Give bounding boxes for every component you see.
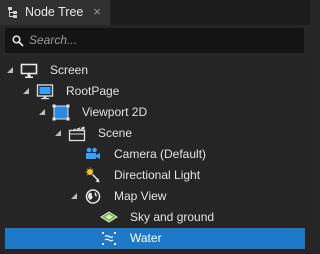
search-bar: Search... xyxy=(0,25,310,57)
directional-light-icon xyxy=(85,167,100,183)
expand-arrow-icon[interactable] xyxy=(7,67,14,74)
tree-item-label: Scene xyxy=(98,126,133,140)
node-tree: Screen RootPage Viewport 2D Scene Camera… xyxy=(0,60,310,254)
tree-item-scene[interactable]: Scene xyxy=(5,123,305,144)
tree-item-viewport-2d[interactable]: Viewport 2D xyxy=(5,102,305,123)
tree-item-label: Camera (Default) xyxy=(114,147,207,161)
search-placeholder: Search... xyxy=(29,33,78,47)
expand-arrow-icon[interactable] xyxy=(55,130,62,137)
tree-item-label: Sky and ground xyxy=(130,210,215,224)
tree-item-label: RootPage xyxy=(66,84,120,98)
tree-item-label: Map View xyxy=(114,189,167,203)
expand-arrow-icon[interactable] xyxy=(39,109,46,116)
tree-item-label: Screen xyxy=(50,63,89,77)
search-icon xyxy=(12,35,24,47)
camera-icon xyxy=(86,147,100,159)
tree-item-water[interactable]: Water xyxy=(5,228,305,249)
search-input[interactable]: Search... xyxy=(5,28,304,53)
node-tree-panel: Node Tree × Search... Screen RootPage Vi… xyxy=(0,0,310,254)
expand-arrow-icon[interactable] xyxy=(71,193,78,200)
tree-item-camera-default[interactable]: Camera (Default) xyxy=(5,144,305,165)
tree-item-label: Directional Light xyxy=(114,168,201,182)
tree-item-label: Viewport 2D xyxy=(82,105,148,119)
page-icon xyxy=(36,84,54,100)
tree-item-sky-and-ground[interactable]: Sky and ground xyxy=(5,207,305,228)
water-icon xyxy=(102,232,116,245)
tree-item-directional-light[interactable]: Directional Light xyxy=(5,165,305,186)
monitor-icon xyxy=(20,63,38,78)
node-tree-icon xyxy=(8,7,17,18)
scene-icon xyxy=(68,126,86,142)
sky-ground-icon xyxy=(100,211,118,223)
expand-arrow-icon[interactable] xyxy=(23,88,30,95)
tree-item-label: Water xyxy=(130,231,162,245)
close-icon[interactable]: × xyxy=(91,5,103,18)
tree-item-rootpage[interactable]: RootPage xyxy=(5,81,305,102)
tab-strip: Node Tree × xyxy=(0,0,310,25)
map-view-icon xyxy=(85,189,101,204)
tree-item-map-view[interactable]: Map View xyxy=(5,186,305,207)
tab-label: Node Tree xyxy=(25,5,84,19)
tree-item-screen[interactable]: Screen xyxy=(5,60,305,81)
viewport-icon xyxy=(52,104,70,121)
tab-node-tree[interactable]: Node Tree × xyxy=(0,0,110,25)
